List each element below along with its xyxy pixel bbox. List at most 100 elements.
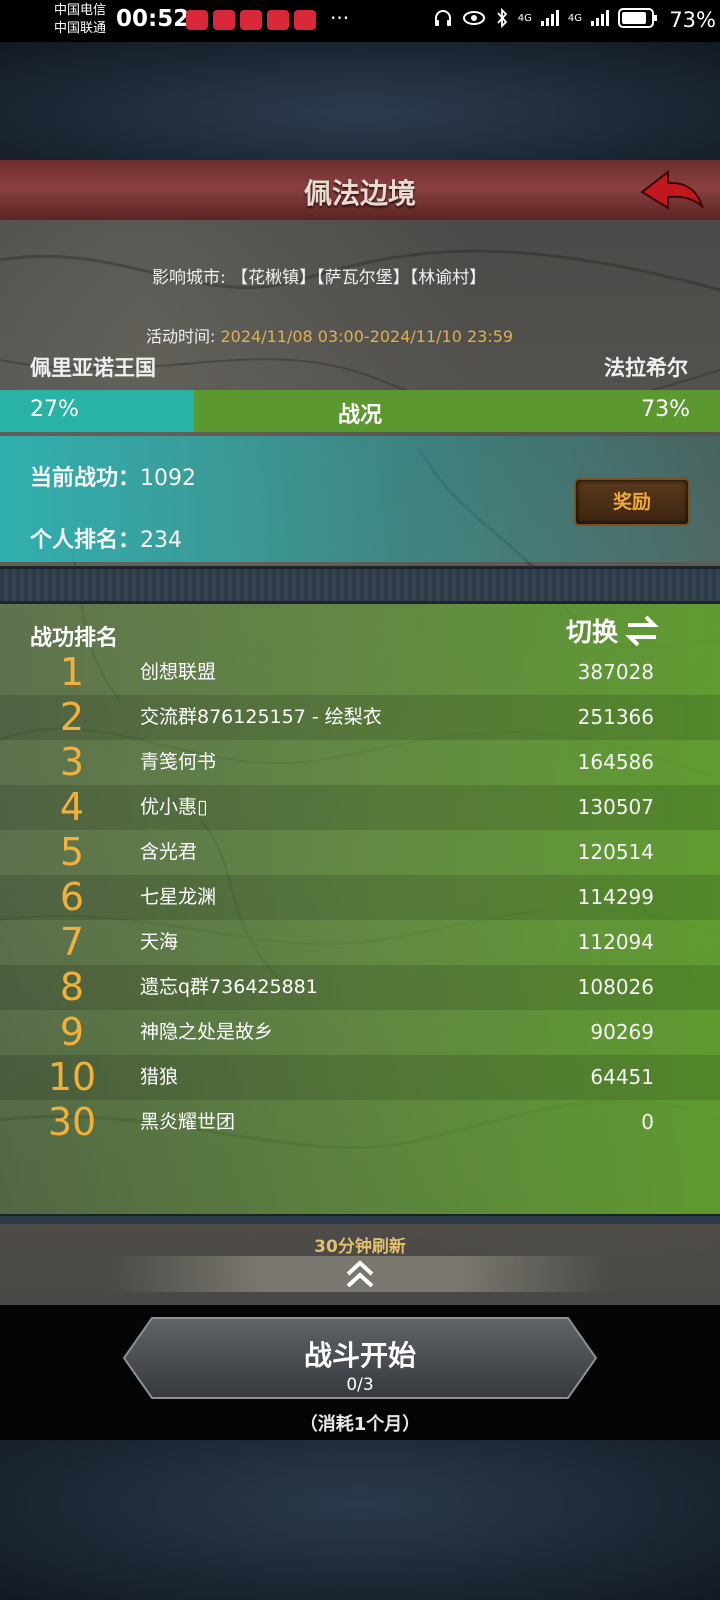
personal-stats-panel: 当前战功：1092 个人排名：234 奖励	[0, 436, 720, 562]
guild-score: 64451	[590, 1065, 654, 1089]
rank-number: 8	[59, 965, 85, 1009]
time-value: 2024/11/08 03:00-2024/11/10 23:59	[220, 327, 514, 346]
carrier-2: 中国联通	[54, 21, 107, 36]
battery-percent: 73%	[669, 8, 716, 32]
merit-value: 1092	[140, 466, 197, 491]
battle-start-label: 战斗开始	[303, 1339, 416, 1372]
guild-name: 含光君	[140, 841, 198, 863]
signal-icon	[591, 10, 609, 26]
ranking-row: 6 七星龙渊 114299	[0, 875, 720, 920]
rank-number: 6	[59, 875, 85, 919]
app-notification-icon	[294, 10, 316, 30]
city-label: 影响城市:	[152, 268, 226, 288]
app-notification-icon	[267, 10, 289, 30]
guild-score: 164586	[577, 750, 654, 774]
city-list: 【花楸镇】【萨瓦尔堡】【林谕村】	[231, 268, 487, 288]
switch-button[interactable]: 切换	[566, 612, 662, 649]
carrier-1: 中国电信	[54, 3, 107, 18]
merit-ranking-panel: 战功排名 切换 1 创想联盟 387028 2 交流群876125157 - 绘梨衣 25…	[0, 604, 720, 1214]
event-time: 活动时间: 2024/11/08 03:00-2024/11/10 23:59	[146, 323, 513, 347]
rank-number: 7	[59, 920, 85, 964]
bluetooth-icon	[497, 8, 507, 28]
back-arrow-icon[interactable]	[638, 166, 706, 214]
title-bar: 佩法边境	[0, 160, 720, 223]
guild-score: 0	[641, 1110, 654, 1134]
more-notifications-icon: ···	[330, 6, 350, 30]
ranking-row: 4 优小惠▯ 130507	[0, 785, 720, 830]
network-2-label: 4G	[567, 12, 582, 24]
swap-arrows-icon	[625, 615, 659, 646]
ranking-row: 30 黑炎耀世团 0	[0, 1100, 720, 1145]
guild-name: 猎狼	[140, 1066, 179, 1088]
faction-left-name: 佩里亚诺王国	[30, 356, 156, 380]
guild-score: 114299	[577, 885, 654, 909]
guild-name: 遗忘q群736425881	[140, 976, 318, 998]
ranking-row: 1 创想联盟 387028	[0, 650, 720, 695]
network-1-label: 4G	[517, 12, 532, 24]
rank-number: 1	[59, 650, 85, 694]
guild-name: 交流群876125157 - 绘梨衣	[140, 706, 382, 728]
faction-right-name: 法拉希尔	[604, 356, 688, 380]
guild-score: 112094	[577, 930, 654, 954]
ranking-title: 战功排名	[30, 626, 119, 651]
battle-cost: （消耗1个月）	[299, 1414, 421, 1435]
guild-name: 青笺何书	[140, 751, 217, 773]
guild-score: 120514	[577, 840, 654, 864]
app-notification-icon	[240, 10, 262, 30]
time-label: 活动时间:	[146, 327, 216, 346]
guild-name: 七星龙渊	[140, 886, 217, 908]
section-divider	[0, 566, 720, 604]
switch-label: 切换	[565, 618, 618, 648]
rank-number: 9	[59, 1010, 85, 1054]
section-divider	[0, 1214, 720, 1224]
carrier-info: 中国电信 中国联通	[54, 2, 106, 38]
rank-label: 个人排名：	[30, 528, 141, 553]
merit-label: 当前战功：	[30, 466, 141, 491]
battle-count: 0/3	[346, 1375, 374, 1395]
guild-score: 90269	[590, 1020, 654, 1044]
current-merit: 当前战功：1092	[30, 460, 196, 492]
war-status-bar: 27% 战况 73%	[0, 390, 720, 432]
ranking-row: 7 天海 112094	[0, 920, 720, 965]
guild-name: 优小惠▯	[140, 796, 208, 818]
signal-icon	[540, 10, 559, 26]
guild-name: 天海	[140, 931, 179, 953]
guild-score: 130507	[577, 795, 654, 819]
rank-value: 234	[140, 528, 183, 553]
war-status-label: 战况	[337, 403, 382, 428]
rank-number: 3	[59, 740, 85, 784]
rank-number: 30	[47, 1100, 97, 1144]
page-title: 佩法边境	[303, 177, 416, 210]
bottom-background	[0, 1440, 720, 1600]
expand-toggle[interactable]	[110, 1256, 610, 1292]
top-background	[0, 42, 720, 160]
eye-icon	[462, 11, 485, 25]
rank-number: 10	[47, 1055, 97, 1099]
personal-rank: 个人排名：234	[30, 522, 182, 554]
app-notification-icon	[213, 10, 235, 30]
guild-score: 387028	[577, 660, 654, 684]
refresh-note: 30分钟刷新	[314, 1237, 406, 1257]
rank-number: 2	[59, 695, 85, 739]
guild-score: 108026	[577, 975, 654, 999]
clock: 00:52	[116, 6, 190, 32]
notification-icons	[186, 10, 316, 30]
ranking-row: 9 神隐之处是故乡 90269	[0, 1010, 720, 1055]
status-icons: 4G 4G	[433, 7, 658, 29]
right-percent: 73%	[641, 397, 690, 422]
ranking-row: 5 含光君 120514	[0, 830, 720, 875]
ranking-row: 8 遗忘q群736425881 108026	[0, 965, 720, 1010]
ranking-row: 3 青笺何书 164586	[0, 740, 720, 785]
guild-score: 251366	[577, 705, 654, 729]
ranking-row: 2 交流群876125157 - 绘梨衣 251366	[0, 695, 720, 740]
ranking-row: 10 猎狼 64451	[0, 1055, 720, 1100]
guild-name: 神隐之处是故乡	[140, 1021, 274, 1043]
guild-name: 创想联盟	[140, 661, 217, 683]
guild-name: 黑炎耀世团	[140, 1111, 236, 1133]
rank-number: 5	[59, 830, 85, 874]
affected-cities: 影响城市: 【花楸镇】【萨瓦尔堡】【林谕村】	[152, 263, 486, 288]
double-chevron-up-icon	[346, 1260, 374, 1288]
reward-button[interactable]: 奖励	[574, 478, 690, 526]
headphones-icon	[434, 10, 451, 26]
app-notification-icon	[186, 10, 208, 30]
